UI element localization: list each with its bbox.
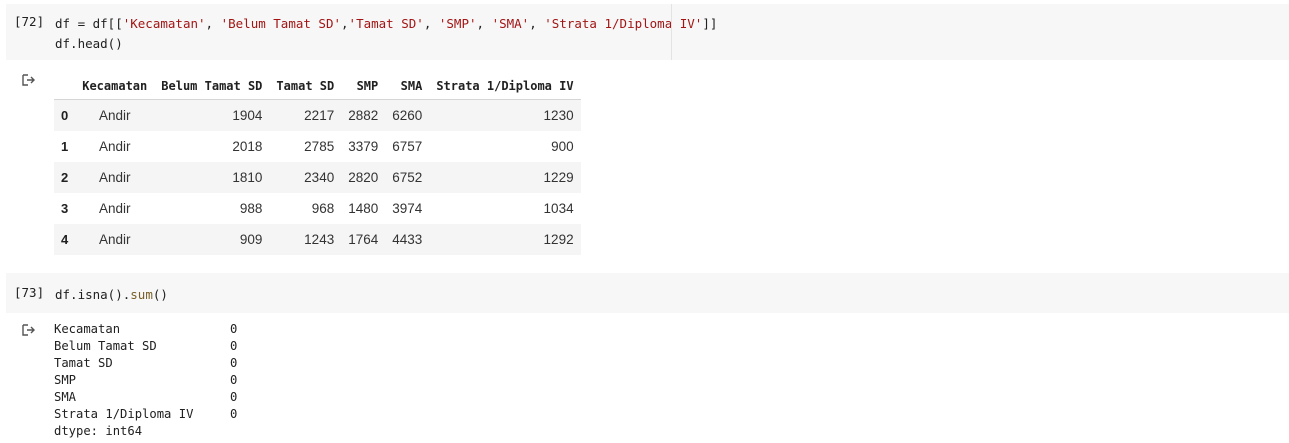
table-cell: 1243 xyxy=(304,232,335,247)
output-line: Tamat SD 0 xyxy=(54,355,237,372)
table-cell: 2820 xyxy=(348,170,379,185)
table-cell: 1480 xyxy=(348,201,379,216)
code-string: 'Strata 1/Diploma IV' xyxy=(544,16,703,31)
dataframe-table: Kecamatan Belum Tamat SD Tamat SD SMP SM… xyxy=(54,72,581,255)
code-token: () xyxy=(152,287,168,302)
table-cell: 2882 xyxy=(348,108,379,123)
table-cell: 2785 xyxy=(304,139,335,154)
code-string: 'Kecamatan' xyxy=(122,16,206,31)
output-label: Kecamatan xyxy=(54,322,121,336)
table-row: 4 Andir 909 1243 1764 4433 1292 xyxy=(54,224,581,255)
table-cell: 3379 xyxy=(348,139,379,154)
row-index: 4 xyxy=(61,232,69,247)
output-label: SMA xyxy=(54,390,77,404)
table-cell: 988 xyxy=(239,201,263,216)
table-cell: 968 xyxy=(311,201,335,216)
table-cell: 1230 xyxy=(543,108,574,123)
table-row: 0 Andir 1904 2217 2882 6260 1230 xyxy=(54,99,581,131)
output-arrow-icon[interactable] xyxy=(22,324,36,336)
table-cell: 1904 xyxy=(232,108,263,123)
code-token: df = df[[ xyxy=(55,16,123,31)
code-editor[interactable]: df.isna().sum() xyxy=(55,285,168,305)
table-cell: Andir xyxy=(98,139,131,154)
output-label: Belum Tamat SD xyxy=(54,339,157,353)
cell-output-text: Kecamatan 0 Belum Tamat SD 0 Tamat SD 0 SMP 0 SM… xyxy=(54,321,237,440)
row-index: 0 xyxy=(61,108,69,123)
code-string: 'SMA' xyxy=(491,16,530,31)
code-string: 'SMP' xyxy=(438,16,477,31)
code-editor[interactable]: df = df[['Kecamatan', 'Belum Tamat SD','… xyxy=(55,14,717,54)
column-header: Belum Tamat SD xyxy=(154,72,270,100)
table-cell: 4433 xyxy=(392,232,423,247)
output-value: 0 xyxy=(230,356,238,370)
row-index: 2 xyxy=(61,170,69,185)
table-cell: 1764 xyxy=(348,232,379,247)
output-line: Belum Tamat SD 0 xyxy=(54,338,237,355)
table-cell: Andir xyxy=(98,170,131,185)
code-cell-72[interactable]: [72] df = df[['Kecamatan', 'Belum Tamat … xyxy=(6,4,1289,60)
output-line: Strata 1/Diploma IV 0 xyxy=(54,406,237,423)
column-header: Tamat SD xyxy=(269,72,342,100)
cell-prompt: [72] xyxy=(14,14,45,29)
table-cell: 1229 xyxy=(543,170,574,185)
code-token: df.isna(). xyxy=(55,287,131,302)
table-cell: 909 xyxy=(239,232,263,247)
table-row: 3 Andir 988 968 1480 3974 1034 xyxy=(54,193,581,224)
table-cell: 6752 xyxy=(392,170,423,185)
column-header: Kecamatan xyxy=(75,72,155,100)
table-cell: 1034 xyxy=(543,201,574,216)
table-cell: Andir xyxy=(98,201,131,216)
code-cell-73[interactable]: [73] df.isna().sum() xyxy=(6,273,1289,313)
output-arrow-icon[interactable] xyxy=(22,74,36,86)
code-string: 'Belum Tamat SD' xyxy=(220,16,342,31)
column-header: SMA xyxy=(385,72,430,100)
table-cell: 6260 xyxy=(392,108,423,123)
table-cell: 6757 xyxy=(392,139,423,154)
row-index: 1 xyxy=(61,139,69,154)
code-token: ]] xyxy=(702,16,718,31)
output-label: Tamat SD xyxy=(54,356,113,370)
output-label: Strata 1/Diploma IV xyxy=(54,407,194,421)
code-string: 'Tamat SD' xyxy=(348,16,424,31)
table-cell: 900 xyxy=(551,139,574,154)
output-value: 0 xyxy=(230,322,238,336)
column-header: SMP xyxy=(341,72,386,100)
table-header-row: Kecamatan Belum Tamat SD Tamat SD SMP SM… xyxy=(54,72,581,100)
code-function: sum xyxy=(130,287,153,302)
output-label: SMP xyxy=(54,373,77,387)
code-token: df.head() xyxy=(55,36,123,51)
table-cell: Andir xyxy=(98,108,131,123)
column-header xyxy=(54,72,76,100)
output-dtype: dtype: int64 xyxy=(54,424,143,438)
table-cell: 2340 xyxy=(304,170,335,185)
cell-prompt: [73] xyxy=(14,285,45,300)
table-cell: Andir xyxy=(98,232,131,247)
table-cell: 3974 xyxy=(392,201,423,216)
ruler-line xyxy=(671,4,672,60)
table-cell: 2217 xyxy=(304,108,335,123)
output-line: SMA 0 xyxy=(54,389,237,406)
table-row: 2 Andir 1810 2340 2820 6752 1229 xyxy=(54,162,581,193)
output-line: SMP 0 xyxy=(54,372,237,389)
output-value: 0 xyxy=(230,390,238,404)
output-value: 0 xyxy=(230,407,238,421)
output-line: Kecamatan 0 xyxy=(54,321,237,338)
row-index: 3 xyxy=(61,201,69,216)
table-cell: 1292 xyxy=(543,232,574,247)
table-cell: 1810 xyxy=(232,170,263,185)
table-cell: 2018 xyxy=(232,139,263,154)
table-row: 1 Andir 2018 2785 3379 6757 900 xyxy=(54,131,581,162)
output-value: 0 xyxy=(230,339,238,353)
output-value: 0 xyxy=(230,373,238,387)
column-header: Strata 1/Diploma IV xyxy=(429,72,581,100)
